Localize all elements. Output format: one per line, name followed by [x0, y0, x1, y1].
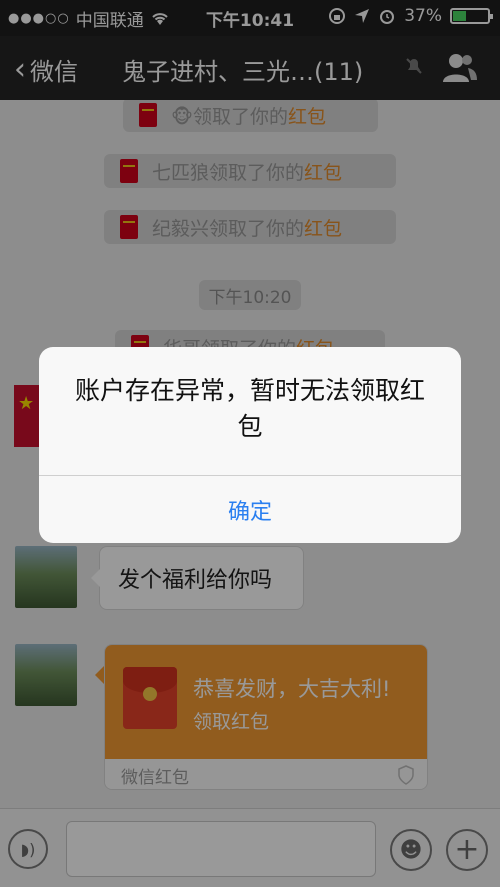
confirm-button[interactable]: 确定 [39, 476, 461, 543]
alert-message: 账户存在异常，暂时无法领取红包 [74, 376, 425, 441]
alert-dialog: 账户存在异常，暂时无法领取红包 确定 [39, 347, 461, 543]
